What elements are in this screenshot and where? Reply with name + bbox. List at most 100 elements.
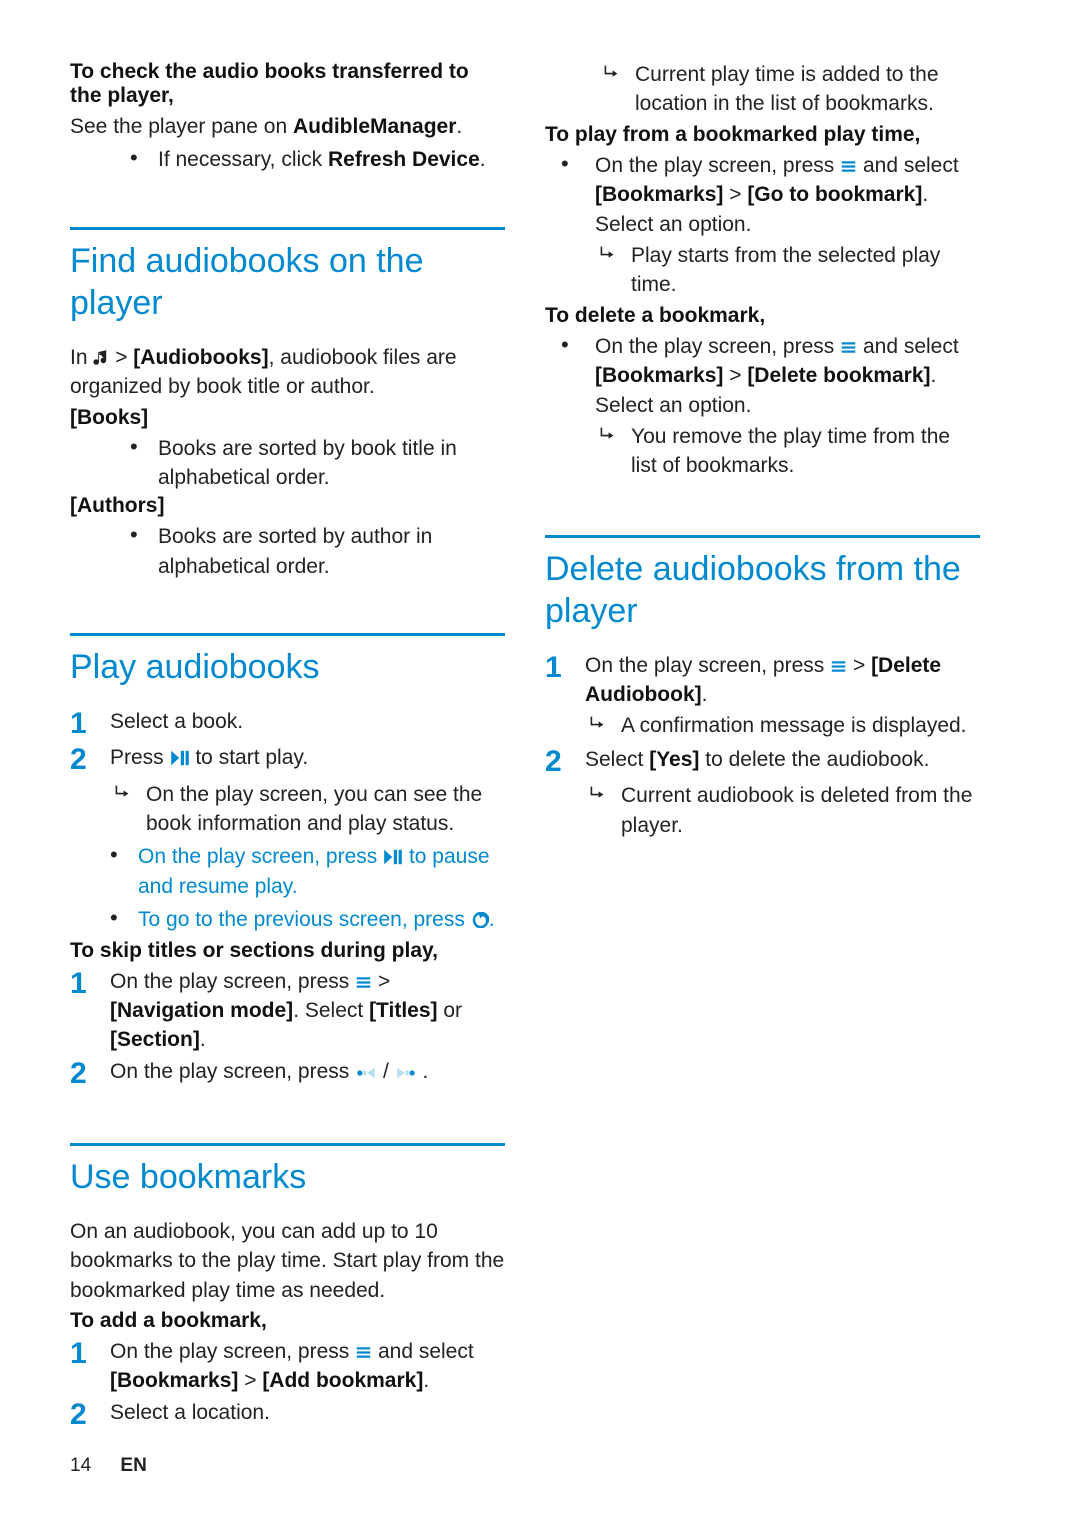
back-icon — [471, 912, 489, 928]
delete-audiobooks-heading: Delete audiobooks from the player — [545, 548, 980, 633]
menu-icon — [830, 659, 847, 674]
text: On the play screen, you can see the book… — [146, 783, 482, 835]
text: to start play. — [190, 746, 309, 769]
left-column: To check the audio books transferred to … — [70, 60, 505, 1487]
text: On the play screen, press — [595, 154, 840, 177]
text: On the play screen, press — [585, 654, 830, 677]
rule — [545, 535, 980, 538]
step-number: 1 — [545, 651, 585, 686]
authors-bullet: Books are sorted by author in alphabetic… — [130, 522, 505, 581]
bookmarks-label: [Bookmarks] — [595, 183, 723, 206]
text: Current audiobook is deleted from the pl… — [621, 784, 972, 836]
text: On the play screen, press — [110, 970, 355, 993]
step-text: Press to start play. — [110, 743, 505, 772]
text: or — [438, 999, 463, 1022]
add-bookmark-title: To add a bookmark, — [70, 1309, 505, 1333]
text: . — [423, 1369, 429, 1392]
text: > — [372, 970, 390, 993]
delete-bookmark-title: To delete a bookmark, — [545, 304, 980, 328]
step-text: On the play screen, press > [Navigation … — [110, 967, 505, 1055]
audiobooks-menu-label: [Audiobooks] — [133, 346, 268, 369]
text: and select — [857, 154, 959, 177]
text: . Select — [293, 999, 369, 1022]
bookmarks-heading: Use bookmarks — [70, 1156, 505, 1199]
delete-result: You remove the play time from the list o… — [595, 422, 980, 481]
intro-line: See the player pane on AudibleManager. — [70, 112, 505, 141]
navigation-mode-label: [Navigation mode] — [110, 999, 293, 1022]
books-label: [Books] — [70, 406, 505, 430]
step-number: 2 — [70, 1057, 110, 1092]
text: Play starts from the selected play time. — [631, 244, 940, 296]
audiblemanager-label: AudibleManager — [293, 115, 456, 138]
result-arrow-icon — [599, 245, 615, 261]
result-arrow-icon — [599, 426, 615, 442]
books-bullet: Books are sorted by book title in alphab… — [130, 434, 505, 493]
page-number: 14 — [70, 1455, 91, 1476]
text: On the play screen, press — [110, 1340, 355, 1363]
step-text: Select a book. — [110, 707, 505, 736]
skip-step-1: 1 On the play screen, press > [Navigatio… — [70, 967, 505, 1055]
rule — [70, 1143, 505, 1146]
playfrom-bullet: On the play screen, press and select [Bo… — [545, 151, 980, 239]
titles-label: [Titles] — [369, 999, 437, 1022]
playfrom-result: Play starts from the selected play time. — [595, 241, 980, 300]
play-pause-icon — [170, 750, 190, 766]
goto-bookmark-label: [Go to bookmark] — [747, 183, 922, 206]
authors-label: [Authors] — [70, 494, 505, 518]
text: > — [109, 346, 133, 369]
play-result: On the play screen, you can see the book… — [110, 780, 505, 839]
step-number: 1 — [70, 707, 110, 742]
text: Select — [585, 748, 649, 771]
text: On the play screen, press — [110, 1060, 355, 1083]
result-arrow-icon — [603, 64, 619, 80]
text: See the player pane on — [70, 115, 293, 138]
prev-icon — [355, 1066, 377, 1080]
text: > — [847, 654, 871, 677]
add-step-2: 2 Select a location. — [70, 1398, 505, 1433]
text: > — [238, 1369, 262, 1392]
section-label: [Section] — [110, 1028, 200, 1051]
step-text: On the play screen, press > [Delete Audi… — [585, 651, 980, 710]
text: and select — [857, 335, 959, 358]
menu-icon — [840, 340, 857, 355]
refresh-bullet: If necessary, click Refresh Device. — [130, 145, 505, 174]
delete-bookmark-label: [Delete bookmark] — [747, 364, 930, 387]
music-icon — [93, 350, 109, 366]
add-bookmark-label: [Add bookmark] — [262, 1369, 423, 1392]
right-column: Current play time is added to the locati… — [545, 60, 980, 1487]
text: > — [723, 364, 747, 387]
result-arrow-icon — [114, 784, 130, 800]
text: / — [377, 1060, 395, 1083]
step-text: On the play screen, press and select [Bo… — [110, 1337, 505, 1396]
step-number: 1 — [70, 967, 110, 1002]
text: If necessary, click — [158, 148, 328, 171]
bookmarks-label: [Bookmarks] — [595, 364, 723, 387]
del-step-1: 1 On the play screen, press > [Delete Au… — [545, 651, 980, 710]
text: Current play time is added to the locati… — [635, 63, 939, 115]
text: On the play screen, press — [595, 335, 840, 358]
text: A confirmation message is displayed. — [621, 714, 967, 737]
add-step-1: 1 On the play screen, press and select [… — [70, 1337, 505, 1396]
text: On the play screen, press — [138, 845, 383, 868]
bookmarks-label: [Bookmarks] — [110, 1369, 238, 1392]
delete-bullet: On the play screen, press and select [Bo… — [545, 332, 980, 420]
yes-label: [Yes] — [649, 748, 699, 771]
find-intro: In > [Audiobooks], audiobook files are o… — [70, 343, 505, 402]
text: You remove the play time from the list o… — [631, 425, 950, 477]
play-step-1: 1 Select a book. — [70, 707, 505, 742]
step-number: 1 — [70, 1337, 110, 1372]
play-heading: Play audiobooks — [70, 646, 505, 689]
find-heading: Find audiobooks on the player — [70, 240, 505, 325]
text: . — [702, 683, 708, 706]
bookmarks-intro: On an audiobook, you can add up to 10 bo… — [70, 1217, 505, 1305]
result-arrow-icon — [589, 715, 605, 731]
text: . — [417, 1060, 429, 1083]
rule — [70, 227, 505, 230]
playfrom-title: To play from a bookmarked play time, — [545, 123, 980, 147]
skip-title: To skip titles or sections during play, — [70, 939, 505, 963]
text: In — [70, 346, 93, 369]
step-text: Select a location. — [110, 1398, 505, 1427]
next-icon — [395, 1066, 417, 1080]
text: . — [200, 1028, 206, 1051]
add-result: Current play time is added to the locati… — [599, 60, 980, 119]
